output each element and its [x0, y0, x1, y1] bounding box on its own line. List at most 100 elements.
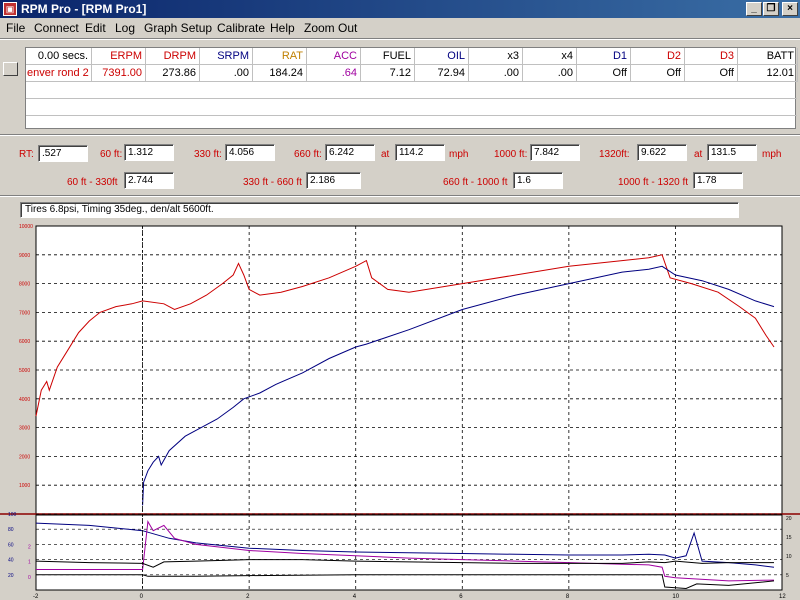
- y-tick-label: 5000: [19, 368, 30, 374]
- minimize-button[interactable]: _: [746, 2, 762, 16]
- at1320-label: at: [694, 149, 703, 160]
- grid-header-cell[interactable]: FUEL: [361, 48, 415, 65]
- split3-label: 660 ft - 1000 ft: [443, 177, 508, 188]
- splits-separator: [0, 195, 800, 197]
- menu-help[interactable]: Help: [270, 21, 295, 35]
- grid-header-cell[interactable]: OIL: [415, 48, 469, 65]
- split2-field[interactable]: 2.186: [306, 172, 361, 189]
- x-tick-label: 4: [353, 594, 357, 600]
- y-tick-label: 10000: [19, 224, 33, 230]
- bottom-y-tick-label-right: 5: [786, 573, 789, 579]
- grid-header-cell[interactable]: BATT: [738, 48, 798, 65]
- grid-separator: [0, 134, 800, 136]
- plot-background: [35, 225, 783, 591]
- y-tick-label: 6000: [19, 339, 30, 345]
- grid-value-cell[interactable]: 12.01: [738, 65, 798, 82]
- menu-connect[interactable]: Connect: [34, 21, 79, 35]
- mph660-field[interactable]: 114.2: [395, 144, 445, 161]
- y-tick-label: 9000: [19, 253, 30, 259]
- row-selector-button[interactable]: [3, 62, 18, 76]
- split2-label: 330 ft - 660 ft: [243, 177, 302, 188]
- split3-field[interactable]: 1.6: [513, 172, 563, 189]
- ft1000-label: 1000 ft:: [494, 149, 528, 160]
- bottom-y-tick-label-b: 0: [28, 575, 31, 581]
- grid-value-cell[interactable]: 72.94: [415, 65, 469, 82]
- split4-label: 1000 ft - 1320 ft: [618, 177, 689, 188]
- ft330-field[interactable]: 4.056: [225, 144, 275, 161]
- menu-file[interactable]: File: [6, 21, 25, 35]
- y-tick-label: 4000: [19, 397, 30, 403]
- grid-header-cell[interactable]: x3: [469, 48, 523, 65]
- grid-header-cell[interactable]: DRPM: [146, 48, 200, 65]
- grid-value-cell[interactable]: Off: [685, 65, 738, 82]
- grid-header-cell[interactable]: SRPM: [200, 48, 253, 65]
- at660-label: at: [381, 149, 390, 160]
- grid-value-cell[interactable]: Off: [577, 65, 631, 82]
- grid-header-cell[interactable]: RAT: [253, 48, 307, 65]
- grid-value-cell[interactable]: enver rond 2: [26, 65, 92, 82]
- grid-value-cell[interactable]: .00: [200, 65, 253, 82]
- bottom-y-tick-label-b: 2: [28, 544, 31, 550]
- split1-field[interactable]: 2.744: [124, 172, 174, 189]
- mph1320-label: mph: [762, 149, 782, 160]
- grid-value-cell[interactable]: 7.12: [361, 65, 415, 82]
- grid-empty-row[interactable]: [26, 99, 797, 116]
- bottom-y-tick-label-right: 20: [786, 516, 792, 522]
- y-tick-label: 8000: [19, 282, 30, 288]
- close-button[interactable]: ×: [782, 2, 798, 16]
- menu-edit[interactable]: Edit: [85, 21, 106, 35]
- bottom-y-tick-label: 60: [8, 542, 14, 548]
- grid-value-cell[interactable]: .00: [469, 65, 523, 82]
- x-tick-label: 2: [246, 594, 250, 600]
- ft1320-field[interactable]: 9.622: [637, 144, 687, 161]
- grid-value-row[interactable]: enver rond 2 7391.00 273.86.00 184.24.64 7.1…: [26, 65, 798, 82]
- grid-value-cell[interactable]: 184.24: [253, 65, 307, 82]
- grid-header-cell[interactable]: D3: [685, 48, 738, 65]
- data-log-chart[interactable]: -2 0 2 4 6 8 10 1210002000300040005000600070008…: [0, 222, 800, 600]
- grid-value-cell[interactable]: .00: [523, 65, 577, 82]
- grid-value-cell[interactable]: 273.86: [146, 65, 200, 82]
- rt-label: RT:: [19, 149, 34, 160]
- bottom-y-tick-label-right: 15: [786, 535, 792, 541]
- menu-zoom-out[interactable]: Zoom Out: [304, 21, 357, 35]
- split1-label: 60 ft - 330ft: [67, 177, 118, 188]
- x-tick-label: 12: [779, 594, 786, 600]
- menu-graph-setup[interactable]: Graph Setup: [144, 21, 212, 35]
- chart-area[interactable]: -2 0 2 4 6 8 10 12 1000 2000 3000 4000 5000 6000 7000 8…: [0, 222, 800, 600]
- ft60-field[interactable]: 1.312: [124, 144, 174, 161]
- grid-header-cell[interactable]: D1: [577, 48, 631, 65]
- grid-header-cell[interactable]: 0.00 secs.: [26, 48, 92, 65]
- y-tick-label: 2000: [19, 454, 30, 460]
- grid-empty-row[interactable]: [26, 82, 797, 99]
- ft1000-field[interactable]: 7.842: [530, 144, 580, 161]
- ft660-field[interactable]: 6.242: [325, 144, 375, 161]
- channel-grid[interactable]: 0.00 secs. ERPM DRPM SRPM RAT ACC FUEL OIL x3 x4 D…: [25, 47, 798, 129]
- grid-header-cell[interactable]: ERPM: [92, 48, 146, 65]
- menu-calibrate[interactable]: Calibrate: [217, 21, 265, 35]
- grid-value-cell[interactable]: 7391.00: [92, 65, 146, 82]
- menu-log[interactable]: Log: [115, 21, 135, 35]
- bottom-y-tick-label-b: 1: [28, 560, 31, 566]
- grid-header-cell[interactable]: ACC: [307, 48, 361, 65]
- y-tick-label: 1000: [19, 483, 30, 489]
- x-tick-label: 10: [672, 594, 679, 600]
- split4-field[interactable]: 1.78: [693, 172, 743, 189]
- grid-header-cell[interactable]: x4: [523, 48, 577, 65]
- restore-button[interactable]: ❐: [763, 2, 779, 16]
- mph1320-field[interactable]: 131.5: [707, 144, 757, 161]
- grid-value-cell[interactable]: .64: [307, 65, 361, 82]
- ft330-label: 330 ft:: [194, 149, 222, 160]
- menu-separator: [0, 38, 800, 40]
- title-bar[interactable]: ▣ RPM Pro - [RPM Pro1] _ ❐ ×: [0, 0, 800, 18]
- bottom-y-tick-label: 40: [8, 558, 14, 564]
- bottom-y-tick-label: 20: [8, 573, 14, 579]
- app-icon[interactable]: ▣: [3, 2, 17, 16]
- rt-field[interactable]: .527: [38, 145, 88, 162]
- bottom-y-tick-label: 80: [8, 527, 14, 533]
- run-notes-field[interactable]: Tires 6.8psi, Timing 35deg., den/alt 560…: [20, 202, 739, 218]
- grid-header-cell[interactable]: D2: [631, 48, 685, 65]
- menu-bar: File Connect Edit Log Graph Setup Calibr…: [0, 18, 800, 38]
- y-tick-label: 7000: [19, 310, 30, 316]
- grid-value-cell[interactable]: Off: [631, 65, 685, 82]
- x-tick-label: -2: [33, 594, 39, 600]
